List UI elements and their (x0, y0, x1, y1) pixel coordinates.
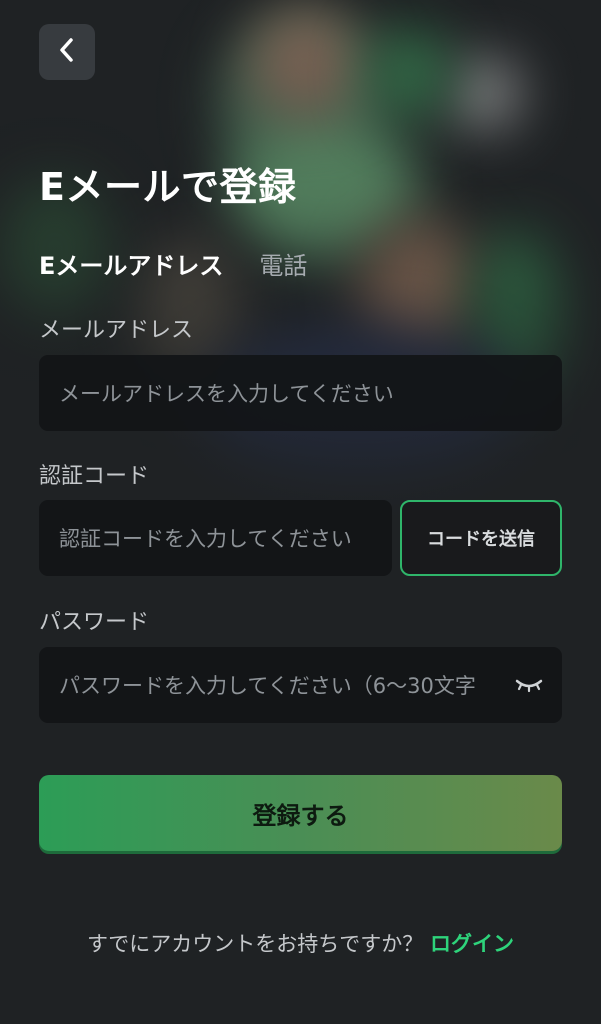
register-method-tabs: Eメールアドレス 電話 (39, 246, 307, 281)
login-prompt: すでにアカウントをお持ちですか？ ログイン (0, 928, 601, 958)
login-link[interactable]: ログイン (430, 932, 514, 956)
code-placeholder: 認証コードを入力してください (59, 527, 352, 551)
register-button[interactable]: 登録する (39, 775, 562, 851)
eye-closed-icon[interactable] (514, 675, 544, 695)
email-placeholder: メールアドレスを入力してください (59, 382, 394, 406)
tab-phone[interactable]: 電話 (259, 246, 307, 281)
code-field[interactable]: 認証コードを入力してください (39, 500, 392, 576)
back-button[interactable] (39, 24, 95, 80)
password-label: パスワード (39, 610, 150, 635)
code-label: 認証コード (39, 464, 150, 489)
page-title: Eメールで登録 (39, 165, 297, 209)
send-code-button[interactable]: コードを送信 (400, 500, 562, 576)
password-placeholder: パスワードを入力してください（6〜30文字 (59, 674, 476, 698)
password-field[interactable]: パスワードを入力してください（6〜30文字 (39, 647, 562, 723)
chevron-left-icon (56, 37, 78, 67)
email-label: メールアドレス (39, 318, 194, 343)
login-prompt-text: すでにアカウントをお持ちですか？ (87, 932, 424, 956)
email-field[interactable]: メールアドレスを入力してください (39, 355, 562, 431)
tab-email[interactable]: Eメールアドレス (39, 246, 223, 281)
